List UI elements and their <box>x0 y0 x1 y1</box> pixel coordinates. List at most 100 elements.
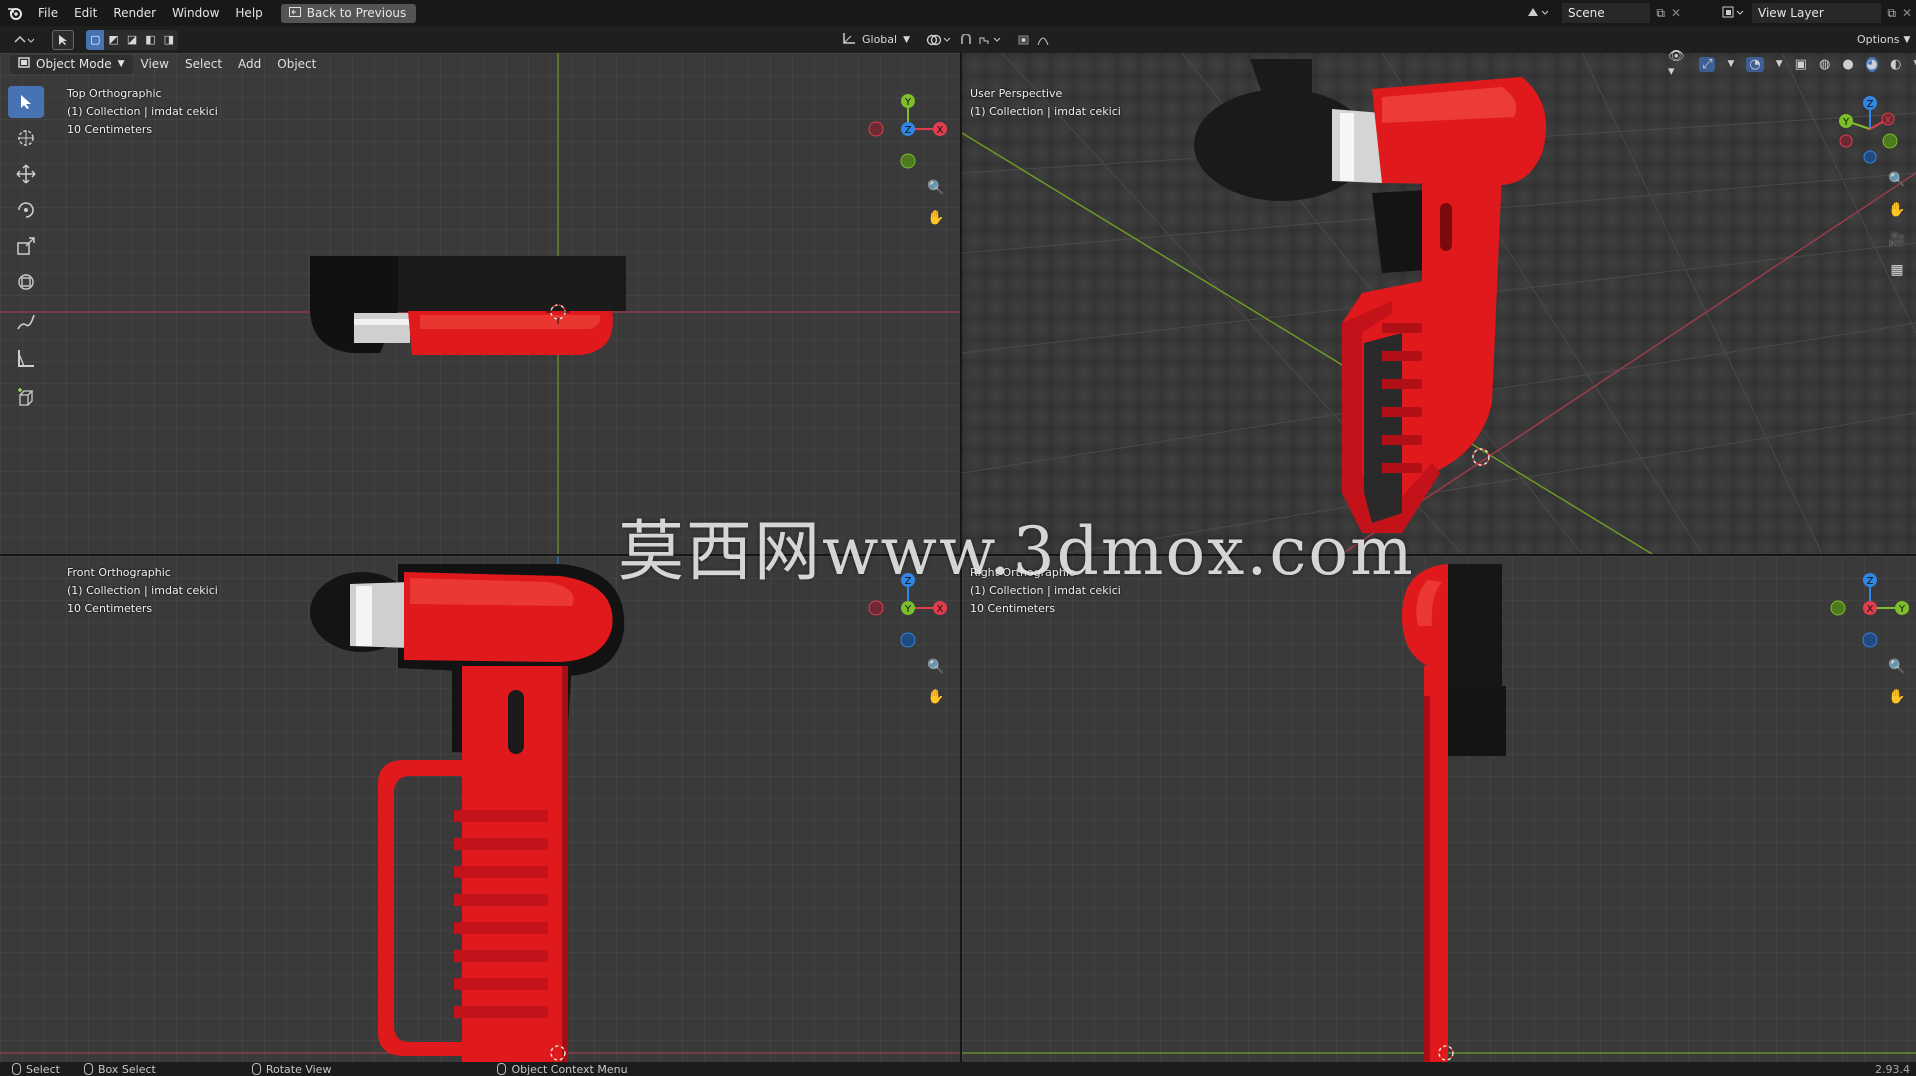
ortho-toggle-icon[interactable]: ▦ <box>1886 259 1908 281</box>
view-layer-selector[interactable]: View Layer ⧉ ✕ <box>1722 3 1912 23</box>
right-ortho-scene <box>962 564 1916 1062</box>
options-label: Options <box>1857 33 1900 46</box>
left-toolbar <box>8 86 48 418</box>
rendered-shading-icon[interactable]: ◐ <box>1890 57 1901 72</box>
zoom-icon[interactable]: 🔍 <box>925 656 947 678</box>
menu-edit[interactable]: Edit <box>66 0 105 26</box>
gizmo-toggle-icon[interactable]: ⤢ <box>1699 56 1716 72</box>
move-tool-icon[interactable] <box>8 158 44 190</box>
back-to-previous-button[interactable]: Back to Previous <box>280 3 417 23</box>
mode-new-icon[interactable]: ▢ <box>86 29 105 50</box>
menu-window[interactable]: Window <box>164 0 227 26</box>
hammer-front-view[interactable] <box>310 564 625 1062</box>
zoom-icon[interactable]: 🔍 <box>925 177 947 199</box>
transform-orientation-dropdown[interactable]: Global ▼ <box>838 30 914 50</box>
add-menu[interactable]: Add <box>230 53 269 75</box>
viewport-front-ortho[interactable]: Front Orthographic (1) Collection | imda… <box>0 556 960 1062</box>
select-tool-mode-icon[interactable] <box>52 29 74 50</box>
visibility-eye-icon[interactable]: 👁▾ <box>1668 49 1687 79</box>
scene-close-icon[interactable]: ✕ <box>1671 6 1681 20</box>
gizmo-dropdown-icon[interactable]: ▼ <box>1727 59 1734 69</box>
proportional-editing-icon[interactable] <box>1014 30 1062 50</box>
select-box-tool-icon[interactable] <box>8 86 44 118</box>
collection-label: (1) Collection | imdat cekici <box>67 105 218 118</box>
mode-extend-icon[interactable]: ◩ <box>104 29 123 50</box>
menu-file[interactable]: File <box>30 0 66 26</box>
viewport-user-perspective[interactable]: User Perspective (1) Collection | imdat … <box>962 53 1916 554</box>
pivot-point-dropdown[interactable] <box>922 30 956 50</box>
hammer-right-view[interactable] <box>1401 564 1506 1062</box>
view-layer-copy-icon[interactable]: ⧉ <box>1887 6 1896 21</box>
options-dropdown[interactable]: Options ▼ <box>1853 30 1914 50</box>
scene-name[interactable]: Scene <box>1562 3 1651 23</box>
pan-hand-icon[interactable]: ✋ <box>925 686 947 708</box>
camera-view-icon[interactable]: 🎥 <box>1886 229 1908 251</box>
solid-shading-icon[interactable]: ● <box>1842 57 1853 72</box>
view-layer-close-icon[interactable]: ✕ <box>1902 6 1912 20</box>
status-bar: Select Box Select Rotate View Object Con… <box>0 1062 1916 1076</box>
svg-text:Z: Z <box>1867 576 1874 587</box>
navigation-gizmo[interactable]: Z Y X <box>1830 83 1916 173</box>
hammer-perspective-view[interactable] <box>1194 59 1547 533</box>
hammer-top-view[interactable] <box>310 256 626 355</box>
scene-selector[interactable]: Scene ⧉ ✕ <box>1526 3 1681 23</box>
svg-text:X: X <box>937 125 944 136</box>
mode-subtract-icon[interactable]: ◪ <box>122 29 142 50</box>
orientation-label: Global <box>862 33 898 46</box>
svg-text:Y: Y <box>1842 117 1850 128</box>
navigation-gizmo[interactable]: Z Y X <box>1830 562 1916 652</box>
mode-invert-icon[interactable]: ◧ <box>141 29 160 50</box>
pan-hand-icon[interactable]: ✋ <box>1886 686 1908 708</box>
rotate-tool-icon[interactable] <box>8 194 44 226</box>
mouse-left-icon <box>12 1063 21 1075</box>
scene-copy-icon[interactable]: ⧉ <box>1656 6 1665 21</box>
add-cube-tool-icon[interactable] <box>8 382 44 414</box>
orientation-axes-icon <box>842 32 856 48</box>
material-preview-icon[interactable]: ◕ <box>1865 56 1879 72</box>
select-menu[interactable]: Select <box>177 53 230 75</box>
view-menu[interactable]: View <box>133 53 177 75</box>
menu-help[interactable]: Help <box>227 0 270 26</box>
mouse-right-icon <box>497 1063 507 1075</box>
tool-settings-bar: ▢ ◩ ◪ ◧ ◨ Global ▼ Options ▼ <box>0 26 1916 53</box>
scale-tool-icon[interactable] <box>8 230 44 262</box>
svg-text:Z: Z <box>1867 99 1874 110</box>
status-select: Select <box>12 1063 60 1076</box>
transform-tool-icon[interactable] <box>8 266 44 298</box>
pan-hand-icon[interactable]: ✋ <box>925 207 947 229</box>
mouse-drag-icon <box>83 1063 93 1075</box>
zoom-icon[interactable]: 🔍 <box>1886 656 1908 678</box>
blender-logo-icon[interactable] <box>0 0 30 26</box>
measure-tool-icon[interactable] <box>8 342 44 374</box>
viewport-info-top: Top Orthographic (1) Collection | imdat … <box>67 85 218 139</box>
view-name: User Perspective <box>970 87 1063 100</box>
xray-toggle-icon[interactable]: ▣ <box>1795 57 1807 72</box>
snap-toggle-icon[interactable] <box>956 30 1006 50</box>
overlay-dropdown-icon[interactable]: ▼ <box>1776 59 1783 69</box>
editor-type-icon[interactable] <box>10 30 40 50</box>
navigation-gizmo[interactable]: Y X Z <box>860 83 956 173</box>
pan-hand-icon[interactable]: ✋ <box>1886 199 1908 221</box>
status-box-select-label: Box Select <box>97 1062 156 1076</box>
viewport-top-ortho[interactable]: Top Orthographic (1) Collection | imdat … <box>0 53 960 554</box>
status-rotate-view: Rotate View <box>251 1062 332 1076</box>
version-label: 2.93.4 <box>1875 1062 1910 1076</box>
top-menu-bar: File Edit Render Window Help Back to Pre… <box>0 0 1916 26</box>
object-mode-dropdown[interactable]: Object Mode ▼ <box>10 54 133 74</box>
viewport-shading-controls: 👁▾ ⤢ ▼ ◔ ▼ ▣ ◍ ● ◕ ◐ ▼ <box>1668 49 1916 79</box>
viewport-right-ortho[interactable]: Right Orthographic (1) Collection | imda… <box>962 556 1916 1062</box>
object-menu[interactable]: Object <box>269 53 324 75</box>
perspective-scene <box>962 53 1916 554</box>
overlay-toggle-icon[interactable]: ◔ <box>1746 56 1764 72</box>
front-ortho-scene <box>0 556 960 1062</box>
annotate-tool-icon[interactable] <box>8 306 44 338</box>
view-layer-name[interactable]: View Layer <box>1752 3 1882 23</box>
menu-render[interactable]: Render <box>105 0 164 26</box>
wireframe-shading-icon[interactable]: ◍ <box>1819 57 1830 72</box>
view-name: Front Orthographic <box>67 566 171 579</box>
zoom-icon[interactable]: 🔍 <box>1886 169 1908 191</box>
mode-intersect-icon[interactable]: ◨ <box>159 29 179 50</box>
selection-mode-group: ▢ ◩ ◪ ◧ ◨ <box>86 29 179 50</box>
status-rotate-view-label: Rotate View <box>265 1062 332 1076</box>
cursor-tool-icon[interactable] <box>8 122 44 154</box>
